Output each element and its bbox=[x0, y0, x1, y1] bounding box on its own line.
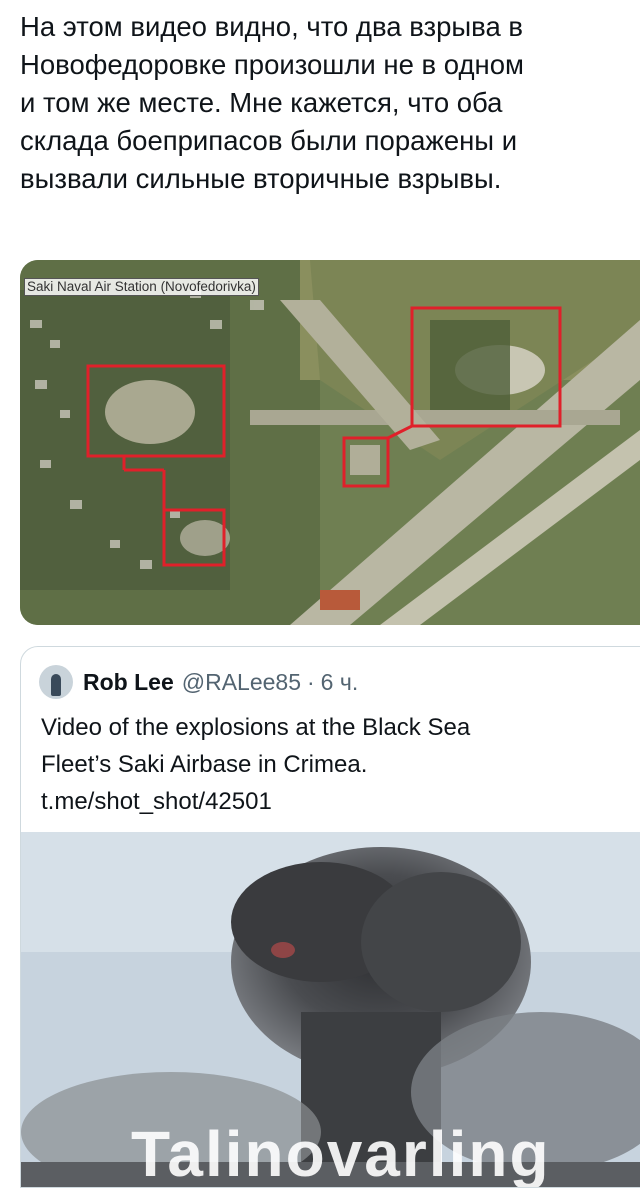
satellite-map-graphic bbox=[20, 260, 640, 625]
quoted-tweet-header: Rob Lee @RALee85 · 6 ч. bbox=[39, 665, 358, 699]
tweet-body-text: На этом видео видно, что два взрыва в Но… bbox=[20, 8, 632, 198]
post-time[interactable]: 6 ч. bbox=[321, 669, 359, 696]
satellite-caption: Saki Naval Air Station (Novofedorivka) bbox=[24, 278, 259, 296]
quoted-tweet-card[interactable]: Rob Lee @RALee85 · 6 ч. Video of the exp… bbox=[20, 646, 640, 1188]
video-subtitle: Talinovarling bbox=[131, 1118, 551, 1188]
avatar[interactable] bbox=[39, 665, 73, 699]
tweet-text-line: На этом видео видно, что два взрыва в bbox=[20, 11, 524, 42]
quoted-tweet-text: Video of the explosions at the Black Sea… bbox=[41, 709, 640, 820]
quote-text-line: Video of the explosions at the Black Sea bbox=[41, 714, 471, 741]
separator-dot: · bbox=[307, 668, 315, 695]
author-name[interactable]: Rob Lee bbox=[83, 669, 174, 696]
quote-text-line: Fleet’s Saki Airbase in Crimea. bbox=[41, 751, 368, 778]
video-thumbnail[interactable]: Talinovarling bbox=[21, 832, 640, 1188]
tweet-text-line: склада боеприпасов были поражены и bbox=[20, 125, 518, 156]
author-handle[interactable]: @RALee85 bbox=[182, 669, 301, 696]
satellite-image[interactable]: Saki Naval Air Station (Novofedorivka) bbox=[20, 260, 640, 625]
quote-link[interactable]: t.me/shot_shot/42501 bbox=[41, 783, 640, 820]
tweet-text-line: вызвали сильные вторичные взрывы. bbox=[20, 163, 502, 194]
tweet-text-line: и том же месте. Мне кажется, что оба bbox=[20, 87, 503, 118]
tweet-text-line: Новофедоровке произошли не в одном bbox=[20, 49, 524, 80]
